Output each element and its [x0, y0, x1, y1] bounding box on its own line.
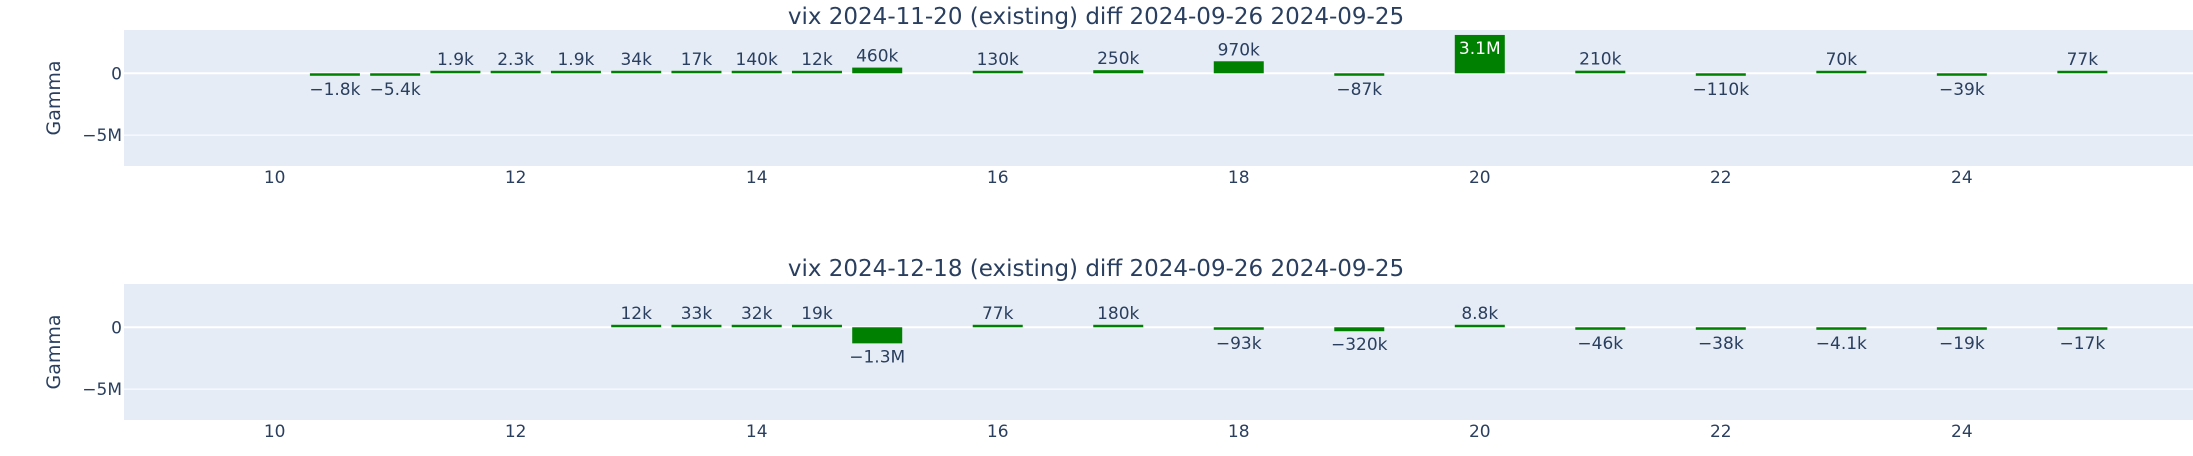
- bar: [1334, 73, 1385, 76]
- data-label: −1.8k: [309, 80, 360, 100]
- bar: [430, 70, 481, 74]
- bar: [1093, 70, 1144, 74]
- bar: [1334, 327, 1385, 332]
- bar: [309, 73, 360, 76]
- plot-area-1: [124, 30, 2193, 166]
- data-label: 460k: [856, 47, 898, 67]
- data-label: 19k: [801, 304, 833, 324]
- data-label: 130k: [977, 50, 1019, 70]
- x-tick-label: 24: [1951, 168, 1973, 188]
- bar: [550, 70, 601, 74]
- data-label: 34k: [620, 50, 652, 70]
- bar: [791, 324, 842, 328]
- x-tick-label: 14: [746, 422, 768, 442]
- x-tick-label: 18: [1228, 168, 1250, 188]
- data-label: 77k: [982, 304, 1014, 324]
- bar: [1575, 327, 1626, 330]
- data-label: 970k: [1218, 40, 1260, 60]
- data-label: 77k: [2067, 50, 2099, 70]
- data-label: 140k: [736, 50, 778, 70]
- data-label: −320k: [1331, 335, 1388, 355]
- data-label: 17k: [681, 50, 713, 70]
- bar: [731, 324, 782, 328]
- bar: [1816, 70, 1867, 74]
- data-label: −1.3M: [849, 347, 905, 367]
- bar: [852, 67, 903, 74]
- bar: [731, 70, 782, 74]
- bar: [490, 70, 541, 74]
- bar: [1816, 327, 1867, 330]
- data-label: 3.1M: [1459, 39, 1501, 59]
- charts-figure: vix 2024-11-20 (existing) diff 2024-09-2…: [43, 4, 2193, 442]
- data-label: −38k: [1698, 334, 1744, 354]
- bar: [1575, 70, 1626, 74]
- data-label: −19k: [1939, 334, 1985, 354]
- data-label: −110k: [1693, 80, 1750, 100]
- data-label: 2.3k: [497, 50, 534, 70]
- x-tick-label: 22: [1710, 422, 1732, 442]
- data-label: 32k: [741, 304, 773, 324]
- bar: [1213, 61, 1264, 74]
- bar: [972, 70, 1023, 74]
- data-label: 12k: [801, 50, 833, 70]
- data-label: −87k: [1336, 80, 1382, 100]
- bar: [611, 324, 662, 328]
- x-tick-label: 18: [1228, 422, 1250, 442]
- data-label: 33k: [681, 304, 713, 324]
- data-label: 8.8k: [1461, 304, 1498, 324]
- data-label: −5.4k: [370, 80, 421, 100]
- y-axis-label: Gamma: [43, 314, 65, 389]
- bar: [671, 324, 722, 328]
- plot-area-2: [124, 284, 2193, 420]
- x-tick-label: 10: [264, 422, 286, 442]
- x-tick-label: 16: [987, 422, 1009, 442]
- x-tick-label: 12: [505, 168, 527, 188]
- y-tick-label: −5M: [82, 126, 122, 146]
- x-tick-label: 16: [987, 168, 1009, 188]
- data-label: 250k: [1097, 49, 1139, 69]
- data-label: 1.9k: [557, 50, 594, 70]
- data-label: −93k: [1216, 334, 1262, 354]
- bar: [1454, 324, 1505, 328]
- x-tick-label: 14: [746, 168, 768, 188]
- y-axis-label: Gamma: [43, 60, 65, 135]
- data-label: 70k: [1826, 50, 1858, 70]
- bar: [370, 73, 421, 76]
- y-tick-label: 0: [111, 64, 122, 84]
- bar: [1213, 327, 1264, 330]
- x-tick-label: 20: [1469, 422, 1491, 442]
- x-tick-label: 10: [264, 168, 286, 188]
- bar: [611, 70, 662, 74]
- bar: [972, 324, 1023, 328]
- bar: [1695, 327, 1746, 330]
- bar: [671, 70, 722, 74]
- bar: [2057, 327, 2108, 330]
- x-tick-label: 24: [1951, 422, 1973, 442]
- data-label: 210k: [1579, 50, 1621, 70]
- data-label: 1.9k: [437, 50, 474, 70]
- chart-title: vix 2024-11-20 (existing) diff 2024-09-2…: [788, 4, 1404, 30]
- y-tick-label: 0: [111, 318, 122, 338]
- y-tick-label: −5M: [82, 380, 122, 400]
- data-label: −46k: [1577, 334, 1623, 354]
- bar: [2057, 70, 2108, 74]
- data-label: 180k: [1097, 304, 1139, 324]
- x-tick-label: 22: [1710, 168, 1732, 188]
- data-label: 12k: [620, 304, 652, 324]
- bar: [1093, 324, 1144, 328]
- data-label: −4.1k: [1816, 334, 1867, 354]
- x-tick-label: 20: [1469, 168, 1491, 188]
- data-label: −39k: [1939, 80, 1985, 100]
- bar: [1936, 327, 1987, 330]
- x-tick-label: 12: [505, 422, 527, 442]
- bar: [852, 327, 903, 344]
- bar: [791, 70, 842, 74]
- data-label: −17k: [2059, 334, 2105, 354]
- bar: [1936, 73, 1987, 76]
- chart-title: vix 2024-12-18 (existing) diff 2024-09-2…: [788, 256, 1404, 282]
- bar: [1695, 73, 1746, 76]
